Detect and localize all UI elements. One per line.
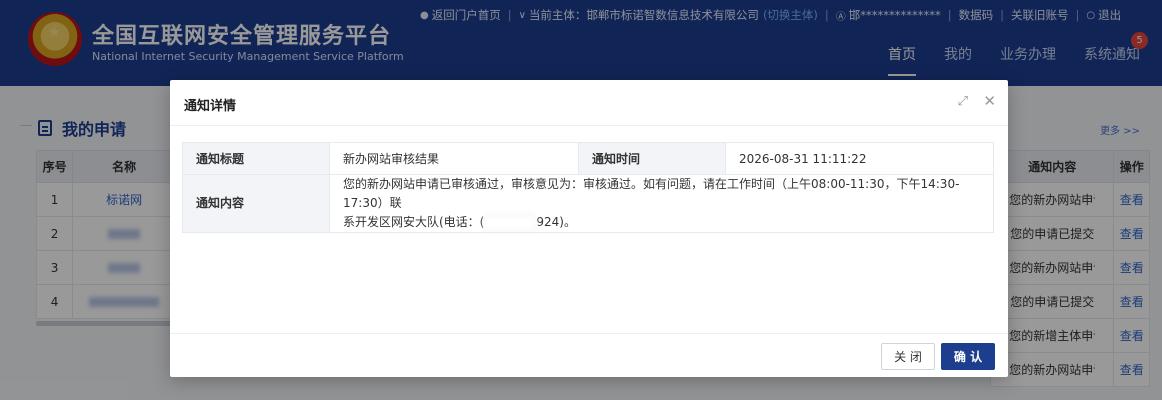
notice-title-label: 通知标题 bbox=[182, 142, 330, 175]
notice-content-line: 系开发区网安大队(电话：( 924)。 bbox=[343, 213, 980, 232]
notice-time-value: 2026-08-31 11:11:22 bbox=[725, 142, 994, 175]
close-icon[interactable]: ✕ bbox=[983, 92, 996, 110]
notice-content-phone-prefix: 系开发区网安大队(电话：( bbox=[343, 215, 485, 229]
notice-time-label: 通知时间 bbox=[578, 142, 726, 175]
fullscreen-icon[interactable]: ⤢ bbox=[958, 94, 968, 109]
notice-detail-table: 通知标题 新办网站审核结果 通知时间 2026-08-31 11:11:22 通… bbox=[182, 142, 994, 233]
dialog-title: 通知详情 bbox=[184, 99, 237, 114]
notice-title-value: 新办网站审核结果 bbox=[329, 142, 579, 175]
dialog-footer: 关 闭 确 认 bbox=[170, 333, 1008, 377]
notice-detail-dialog: 通知详情 ⤢ ✕ 通知标题 新办网站审核结果 通知时间 2026-08-31 1… bbox=[170, 80, 1008, 377]
dialog-header: 通知详情 ⤢ ✕ bbox=[170, 80, 1008, 126]
confirm-button[interactable]: 确 认 bbox=[941, 343, 995, 370]
redacted-phone bbox=[484, 215, 537, 230]
notice-content-phone-suffix: 924)。 bbox=[536, 215, 576, 229]
notice-content-value: 您的新办网站申请已审核通过，审核意见为：审核通过。如有问题，请在工作时间（上午0… bbox=[329, 174, 994, 233]
notice-content-line: 您的新办网站申请已审核通过，审核意见为：审核通过。如有问题，请在工作时间（上午0… bbox=[343, 177, 960, 210]
close-button[interactable]: 关 闭 bbox=[881, 343, 935, 370]
notice-content-label: 通知内容 bbox=[182, 174, 330, 233]
